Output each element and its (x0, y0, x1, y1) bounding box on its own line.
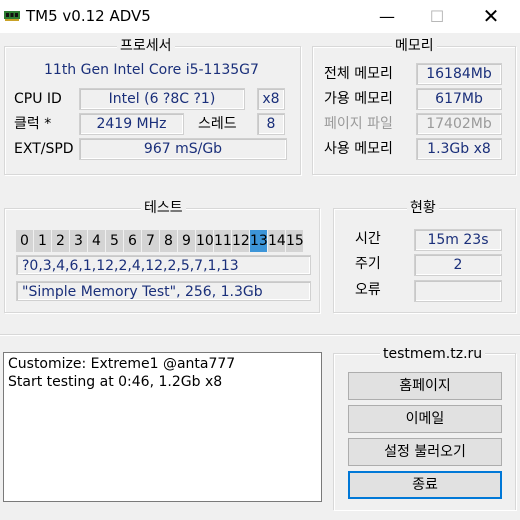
site-link[interactable]: testmem.tz.ru (380, 344, 486, 364)
test-group-title: 테스트 (141, 199, 186, 217)
load-settings-button[interactable]: 설정 불러오기 (348, 438, 502, 466)
page-file-field: 17402Mb (416, 113, 502, 135)
cycle-field: 2 (414, 254, 502, 276)
log-line: Customize: Extreme1 @anta777 (8, 356, 236, 372)
minimize-button[interactable]: — (364, 0, 410, 33)
cpu-id-multiplier: x8 (257, 88, 285, 110)
log-textarea[interactable]: Customize: Extreme1 @anta777 Start testi… (3, 352, 322, 502)
error-label: 오류 (355, 282, 381, 298)
email-button[interactable]: 이메일 (348, 405, 502, 433)
test-cell: 6 (124, 230, 141, 252)
available-memory-label: 가용 메모리 (324, 91, 393, 107)
test-cell: 15 (286, 230, 304, 252)
test-cell: 5 (106, 230, 123, 252)
test-config-field: "Simple Memory Test", 256, 1.3Gb (16, 281, 311, 301)
log-line: Start testing at 0:46, 1.2Gb x8 (8, 374, 223, 390)
memory-group-title: 메모리 (392, 37, 437, 55)
test-cell: 1 (34, 230, 51, 252)
status-group-title: 현황 (407, 199, 439, 217)
cycle-label: 주기 (355, 256, 381, 272)
memory-chip-icon (4, 11, 20, 21)
processor-group-title: 프로세서 (117, 37, 175, 55)
close-button[interactable]: ✕ (468, 0, 514, 33)
test-cell: 11 (214, 230, 232, 252)
test-cells: 0 1 2 3 4 5 6 7 8 9 10 11 12 13 14 15 (16, 230, 304, 252)
time-field: 15m 23s (414, 229, 502, 251)
test-cell: 14 (268, 230, 286, 252)
exit-button[interactable]: 종료 (348, 471, 502, 499)
used-memory-label: 사용 메모리 (324, 141, 393, 157)
window-title: TM5 v0.12 ADV5 (26, 7, 151, 25)
time-label: 시간 (355, 231, 381, 247)
test-sequence-field: ?0,3,4,6,1,12,2,4,12,2,5,7,1,13 (16, 255, 311, 275)
page-file-label: 페이지 파일 (324, 116, 393, 132)
cpu-name: 11th Gen Intel Core i5-1135G7 (44, 62, 259, 78)
extspd-field: 967 mS/Gb (79, 138, 287, 160)
maximize-button[interactable]: ☐ (414, 0, 460, 33)
cpu-id-field: Intel (6 ?8C ?1) (79, 88, 245, 110)
test-cell: 4 (88, 230, 105, 252)
cpu-id-label: CPU ID (14, 91, 62, 107)
test-cell: 9 (178, 230, 195, 252)
test-cell: 8 (160, 230, 177, 252)
total-memory-label: 전체 메모리 (324, 66, 393, 82)
clock-label: 클럭 * (14, 116, 52, 132)
thread-field: 8 (257, 113, 285, 135)
test-cell: 3 (70, 230, 87, 252)
test-cell: 2 (52, 230, 69, 252)
homepage-button[interactable]: 홈페이지 (348, 372, 502, 400)
test-cell: 0 (16, 230, 33, 252)
total-memory-field: 16184Mb (416, 63, 502, 85)
available-memory-field: 617Mb (416, 88, 502, 110)
divider (0, 334, 520, 335)
test-cell: 7 (142, 230, 159, 252)
test-cell: 12 (232, 230, 250, 252)
title-bar[interactable]: TM5 v0.12 ADV5 — ☐ ✕ (0, 0, 520, 33)
extspd-label: EXT/SPD (14, 141, 74, 157)
clock-field: 2419 MHz (79, 113, 184, 135)
error-field (414, 280, 502, 302)
used-memory-field: 1.3Gb x8 (416, 138, 502, 160)
test-cell: 13 (250, 230, 268, 252)
thread-label: 스레드 (198, 116, 237, 132)
test-cell: 10 (196, 230, 214, 252)
